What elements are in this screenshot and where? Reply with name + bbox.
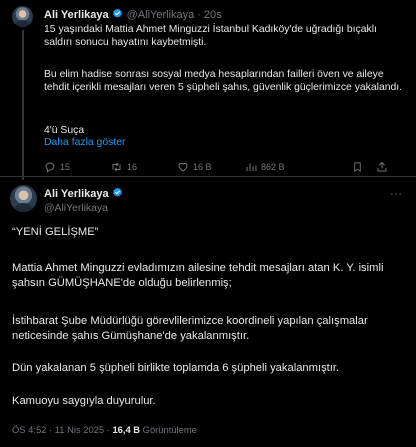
thread-connector <box>22 30 24 180</box>
more-options-icon[interactable]: ··· <box>390 188 403 200</box>
bookmark-icon <box>354 162 361 172</box>
views-count: 16,4 B <box>112 424 141 435</box>
tweet-divider <box>0 176 416 177</box>
tweet-header: Ali Yerlikaya <box>44 187 123 201</box>
author-handle[interactable]: @AliYerlikaya <box>127 9 195 21</box>
verified-badge-icon <box>112 187 123 201</box>
tweet-text-paragraph: 15 yaşındaki Mattia Ahmet Minguzzi İstan… <box>44 24 377 49</box>
bookmark-button[interactable] <box>352 161 363 173</box>
tweet-text-paragraph: Mattia Ahmet Minguzzi evladımızın ailesi… <box>12 262 384 290</box>
tweet-time[interactable]: 20s <box>204 9 222 21</box>
retweet-button[interactable]: 16 <box>110 161 137 173</box>
tweet-text-paragraph: 4'ü Suça <box>44 125 85 136</box>
views-button[interactable]: 862 B <box>245 161 285 173</box>
tweet-text-paragraph: İstihbarat Şube Müdürlüğü görevlilerimiz… <box>12 315 368 343</box>
tweet-text-paragraph: “YENİ GELİŞME” <box>12 226 99 238</box>
tweet-text-paragraph: Dün yakalanan 5 şüpheli birlikte toplamd… <box>12 362 340 374</box>
reply-button[interactable]: 15 <box>44 161 70 173</box>
views-icon <box>246 163 257 171</box>
tweet-text-paragraph: Bu elim hadise sonrası sosyal medya hesa… <box>44 69 403 94</box>
views-count: 862 B <box>261 162 285 172</box>
verified-badge-icon <box>112 8 123 22</box>
tweet-text-paragraph: Kamuoyu saygıyla duyurulur. <box>12 395 156 407</box>
author-name[interactable]: Ali Yerlikaya <box>44 188 109 200</box>
like-icon <box>178 162 188 172</box>
tweet-time[interactable]: ÖS 4:52 <box>12 424 46 435</box>
retweet-icon <box>112 162 121 172</box>
tweet-date[interactable]: 11 Nis 2025 <box>55 424 104 435</box>
like-count: 16 B <box>193 162 212 172</box>
like-button[interactable]: 16 B <box>177 161 212 173</box>
author-handle[interactable]: @AliYerlikaya <box>44 203 108 214</box>
tweet-actions: 15 16 16 B 862 B <box>44 161 394 175</box>
share-icon <box>377 161 387 172</box>
separator-dot: · <box>197 9 201 21</box>
reply-icon <box>45 162 55 173</box>
share-button[interactable] <box>376 161 388 173</box>
show-more-link[interactable]: Daha fazla göster <box>44 137 125 148</box>
retweet-count: 16 <box>127 162 138 172</box>
tweet-header: Ali Yerlikaya @AliYerlikaya · 20s <box>44 8 222 22</box>
tweet-metadata: ÖS 4:52 · 11 Nis 2025 · 16,4 B Görüntüle… <box>12 424 197 435</box>
views-label: Görüntüleme <box>142 424 197 435</box>
avatar[interactable] <box>12 6 33 27</box>
author-name[interactable]: Ali Yerlikaya <box>44 9 109 21</box>
reply-count: 15 <box>60 162 71 172</box>
separator-dot: · <box>49 424 53 435</box>
separator-dot: · <box>106 424 110 435</box>
avatar[interactable] <box>10 185 37 212</box>
